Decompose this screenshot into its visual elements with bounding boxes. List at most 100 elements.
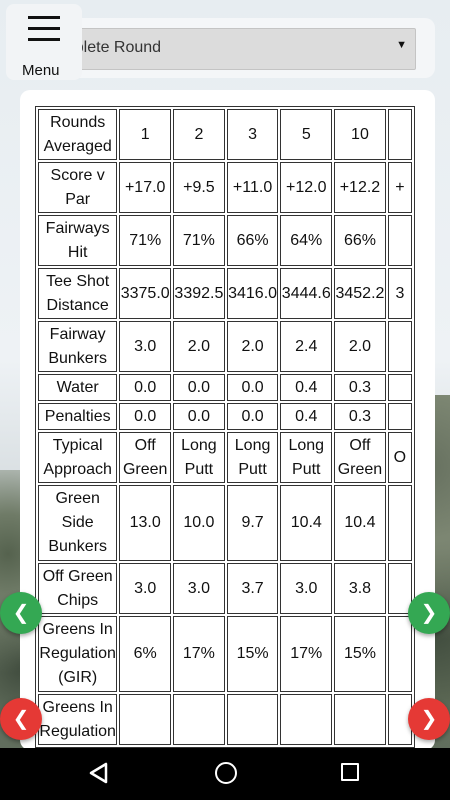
stat-value-cell: 0.4: [280, 403, 333, 430]
row-label: Water: [38, 374, 118, 401]
next-stat-button[interactable]: ❯: [408, 592, 450, 634]
stat-value-cell: 6%: [119, 616, 172, 692]
stat-value-cell: 0.3: [334, 403, 386, 430]
rounds-count-cell: 3: [226, 109, 279, 160]
row-label: Greens In Regulation: [38, 694, 118, 745]
stat-value-cell: O: [387, 432, 412, 483]
menu-button[interactable]: Menu: [6, 4, 82, 80]
rounds-count-cell: 5: [280, 109, 333, 160]
hamburger-menu-icon: [28, 16, 60, 46]
stat-value-cell: [387, 616, 412, 692]
back-icon[interactable]: [88, 762, 110, 784]
stat-value-cell: +9.5: [173, 162, 225, 213]
table-row: Off Green Chips 3.0 3.0 3.7 3.0 3.8: [38, 563, 412, 614]
stat-value-cell: 71%: [173, 215, 225, 266]
stat-value-cell: 3.8: [334, 563, 386, 614]
stat-value-cell: 2.0: [226, 321, 279, 372]
stat-value-cell: 3.7: [226, 563, 279, 614]
stat-value-cell: 17%: [173, 616, 225, 692]
stats-panel: Rounds Averaged 1 2 3 5 10 Score v Par +17.0 +9.…: [20, 90, 435, 750]
rounds-count-cell: [387, 109, 412, 160]
stat-value-cell: [387, 403, 412, 430]
stat-value-cell: 0.4: [280, 374, 333, 401]
stat-value-cell: 2.0: [173, 321, 225, 372]
rounds-count-cell: 1: [119, 109, 172, 160]
stat-value-cell: Off Green: [334, 432, 386, 483]
stat-value-cell: 64%: [280, 215, 333, 266]
row-label: Fairway Bunkers: [38, 321, 118, 372]
row-label: Rounds Averaged: [38, 109, 118, 160]
stat-value-cell: Long Putt: [280, 432, 333, 483]
row-label: Green Side Bunkers: [38, 485, 118, 561]
row-label: Greens In Regulation (GIR): [38, 616, 118, 692]
stat-value-cell: 66%: [334, 215, 386, 266]
home-icon[interactable]: [215, 762, 237, 784]
stat-value-cell: 0.0: [226, 403, 279, 430]
table-header-row: Rounds Averaged 1 2 3 5 10: [38, 109, 412, 160]
stat-value-cell: 0.0: [173, 403, 225, 430]
round-type-select[interactable]: Complete Round ▼: [32, 28, 416, 70]
stat-value-cell: 15%: [226, 616, 279, 692]
stat-value-cell: [334, 694, 386, 745]
previous-section-button[interactable]: ❮: [0, 698, 42, 740]
stat-value-cell: [387, 485, 412, 561]
row-label: Fairways Hit: [38, 215, 118, 266]
stat-value-cell: 13.0: [119, 485, 172, 561]
table-row: Fairway Bunkers 3.0 2.0 2.0 2.4 2.0: [38, 321, 412, 372]
stats-table-viewport[interactable]: Rounds Averaged 1 2 3 5 10 Score v Par +17.0 +9.…: [35, 106, 415, 750]
stat-value-cell: 3416.0: [226, 268, 279, 319]
stat-value-cell: 3392.5: [173, 268, 225, 319]
row-label: Score v Par: [38, 162, 118, 213]
rounds-count-cell: 2: [173, 109, 225, 160]
table-row: Penalties 0.0 0.0 0.0 0.4 0.3: [38, 403, 412, 430]
stat-value-cell: 3444.6: [280, 268, 333, 319]
stat-value-cell: Long Putt: [173, 432, 225, 483]
stat-value-cell: [226, 694, 279, 745]
dropdown-arrow-icon: ▼: [396, 39, 407, 51]
stat-value-cell: +11.0: [226, 162, 279, 213]
stat-value-cell: 3375.0: [119, 268, 172, 319]
recents-icon[interactable]: [341, 763, 359, 781]
menu-label: Menu: [22, 62, 60, 79]
next-section-button[interactable]: ❯: [408, 698, 450, 740]
table-row: Tee Shot Distance 3375.0 3392.5 3416.0 3444.…: [38, 268, 412, 319]
stat-value-cell: 9.7: [226, 485, 279, 561]
stat-value-cell: 0.0: [119, 403, 172, 430]
stat-value-cell: 2.4: [280, 321, 333, 372]
stat-value-cell: 10.4: [334, 485, 386, 561]
stat-value-cell: 3.0: [119, 563, 172, 614]
rounds-count-cell: 10: [334, 109, 386, 160]
stat-value-cell: 0.0: [119, 374, 172, 401]
stat-value-cell: [387, 215, 412, 266]
system-navigation-bar: [0, 748, 450, 800]
stat-value-cell: +17.0: [119, 162, 172, 213]
stat-value-cell: 0.3: [334, 374, 386, 401]
stat-value-cell: +12.2: [334, 162, 386, 213]
stat-value-cell: 3.0: [119, 321, 172, 372]
stat-value-cell: 15%: [334, 616, 386, 692]
table-row: Fairways Hit 71% 71% 66% 64% 66%: [38, 215, 412, 266]
previous-stat-button[interactable]: ❮: [0, 592, 42, 634]
stats-table: Rounds Averaged 1 2 3 5 10 Score v Par +17.0 +9.…: [35, 106, 415, 748]
table-row: Greens In Regulation (GIR) 6% 17% 15% 17% 15%: [38, 616, 412, 692]
row-label: Off Green Chips: [38, 563, 118, 614]
stat-value-cell: 17%: [280, 616, 333, 692]
table-row: Typical Approach Off Green Long Putt Long P…: [38, 432, 412, 483]
table-row: Greens In Regulation: [38, 694, 412, 745]
stat-value-cell: [119, 694, 172, 745]
stat-value-cell: [173, 694, 225, 745]
stat-value-cell: [387, 321, 412, 372]
row-label: Penalties: [38, 403, 118, 430]
table-row: Green Side Bunkers 13.0 10.0 9.7 10.4 10.4: [38, 485, 412, 561]
stat-value-cell: 2.0: [334, 321, 386, 372]
stat-value-cell: 71%: [119, 215, 172, 266]
stat-value-cell: [280, 694, 333, 745]
stat-value-cell: [387, 374, 412, 401]
stat-value-cell: 66%: [226, 215, 279, 266]
stat-value-cell: 0.0: [173, 374, 225, 401]
stat-value-cell: 3: [387, 268, 412, 319]
stat-value-cell: Off Green: [119, 432, 172, 483]
table-row: Score v Par +17.0 +9.5 +11.0 +12.0 +12.2 +: [38, 162, 412, 213]
stat-value-cell: Long Putt: [226, 432, 279, 483]
stat-value-cell: 10.0: [173, 485, 225, 561]
